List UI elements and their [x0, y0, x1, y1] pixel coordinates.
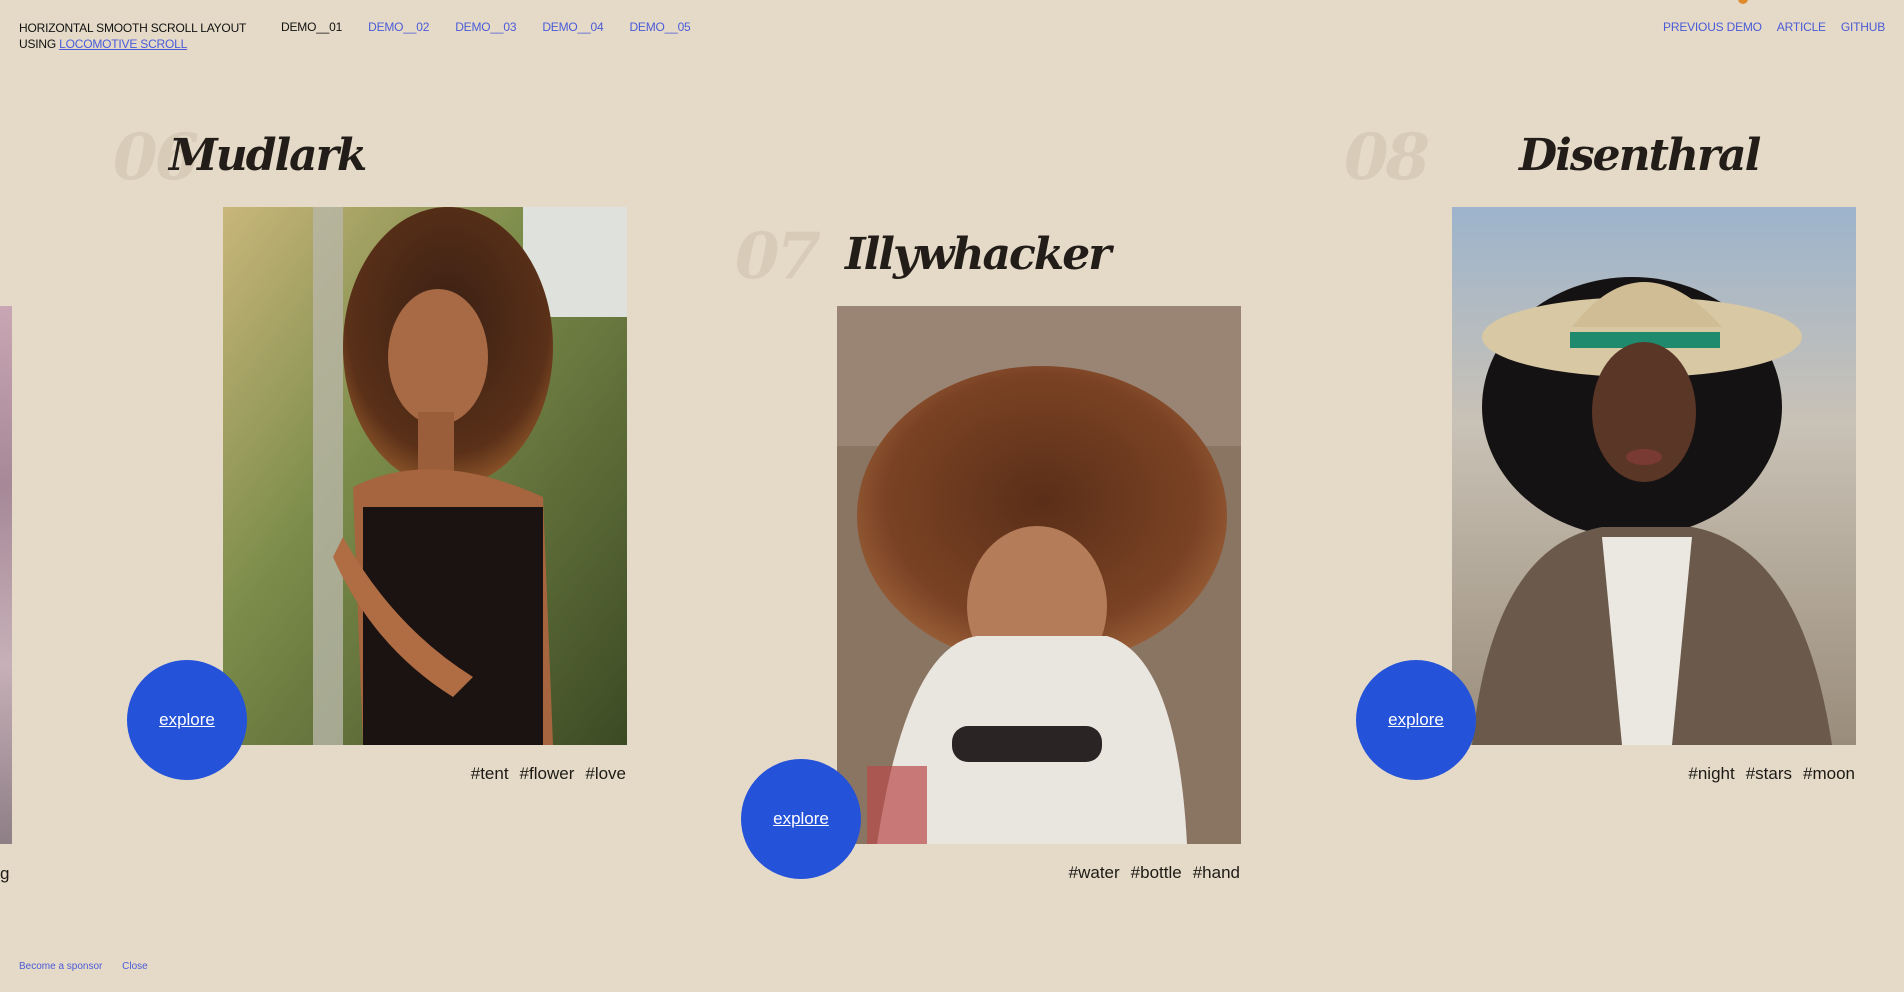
explore-button[interactable]: explore — [1356, 660, 1476, 780]
demo-link-03[interactable]: DEMO__03 — [455, 20, 516, 34]
item-title: Mudlark — [169, 130, 367, 181]
demo-link-05[interactable]: DEMO__05 — [629, 20, 690, 34]
item-tags: #night #stars #moon — [1677, 764, 1855, 784]
sponsor-link[interactable]: Become a sponsor — [19, 961, 102, 972]
footer: Become a sponsor Close — [19, 961, 165, 972]
locomotive-scroll-link[interactable]: LOCOMOTIVE SCROLL — [59, 37, 187, 51]
demo-nav: DEMO__01 DEMO__02 DEMO__03 DEMO__04 DEMO… — [281, 20, 717, 34]
frame-title-line2: USING LOCOMOTIVE SCROLL — [19, 36, 246, 52]
frame-title-line1: HORIZONTAL SMOOTH SCROLL LAYOUT — [19, 21, 247, 35]
tag[interactable]: #water — [1069, 863, 1120, 882]
item-image — [1452, 207, 1856, 745]
item-number: 08 — [1344, 120, 1430, 195]
item-number: 07 — [735, 219, 821, 294]
tag[interactable]: #flower — [520, 764, 575, 783]
explore-button[interactable]: explore — [741, 759, 861, 879]
previous-demo-link[interactable]: PREVIOUS DEMO — [1663, 20, 1762, 34]
tag[interactable]: #moon — [1803, 764, 1855, 783]
demo-link-04[interactable]: DEMO__04 — [542, 20, 603, 34]
item-image — [223, 207, 627, 745]
demo-link-01[interactable]: DEMO__01 — [281, 20, 342, 34]
top-links: PREVIOUS DEMO ARTICLE GITHUB — [1648, 20, 1885, 34]
demo-link-02[interactable]: DEMO__02 — [368, 20, 429, 34]
tag[interactable]: #bottle — [1131, 863, 1182, 882]
tag[interactable]: #tent — [471, 764, 509, 783]
item-tags: #tent #flower #love — [460, 764, 626, 784]
item-title: Illywhacker — [845, 229, 1111, 280]
tag[interactable]: #night — [1688, 764, 1734, 783]
article-link[interactable]: ARTICLE — [1777, 20, 1826, 34]
partial-tag: g — [0, 864, 10, 883]
close-link[interactable]: Close — [122, 961, 148, 972]
github-link[interactable]: GITHUB — [1841, 20, 1885, 34]
tag[interactable]: #hand — [1193, 863, 1240, 882]
frame-title-prefix: USING — [19, 37, 60, 51]
tag[interactable]: #stars — [1746, 764, 1792, 783]
item-tags: #water #bottle #hand — [1058, 863, 1240, 883]
frame-title: HORIZONTAL SMOOTH SCROLL LAYOUT USING LO… — [19, 20, 246, 52]
item-title: Disenthral — [1519, 130, 1761, 181]
tag[interactable]: #love — [585, 764, 626, 783]
orange-dot-indicator — [1738, 0, 1748, 4]
item-image — [837, 306, 1241, 844]
explore-button[interactable]: explore — [127, 660, 247, 780]
partial-image — [0, 306, 12, 844]
